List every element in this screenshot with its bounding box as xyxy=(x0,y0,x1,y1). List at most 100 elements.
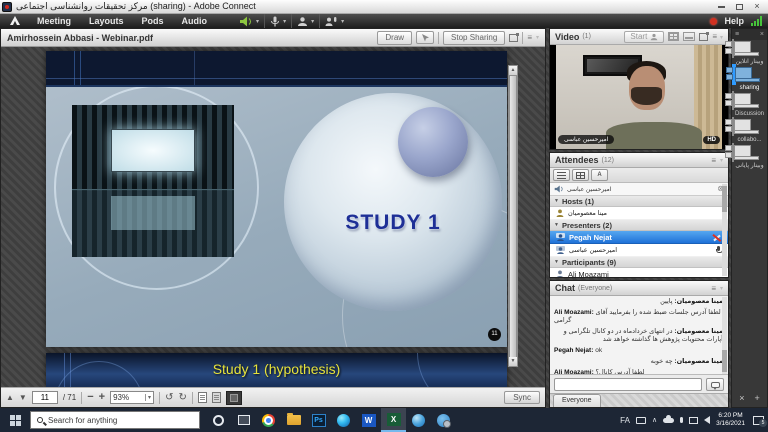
recording-indicator-icon[interactable] xyxy=(710,18,717,25)
taskbar-clock[interactable]: 6:20 PM 3/16/2021 xyxy=(716,412,745,428)
edge-button[interactable] xyxy=(331,408,356,432)
attendees-pod-header: Attendees (12) ≡▾ xyxy=(550,153,728,168)
word-button[interactable]: W xyxy=(356,408,381,432)
layout-item[interactable]: Discussion xyxy=(732,92,767,118)
zoom-in-button[interactable]: + xyxy=(99,392,105,403)
next-page-button[interactable]: ▼ xyxy=(19,393,27,402)
attendee-row-presenter[interactable]: امیرحسین عباسی xyxy=(550,244,728,257)
scroll-down-icon[interactable]: ▼ xyxy=(509,357,517,366)
tab-everyone[interactable]: Everyone xyxy=(553,394,601,407)
sync-button[interactable]: Sync xyxy=(504,391,540,404)
fit-width-button[interactable] xyxy=(198,392,207,403)
previous-page-button[interactable]: ▲ xyxy=(6,393,14,402)
hidden-icons-button[interactable]: ∧ xyxy=(652,416,657,424)
layouts-close-icon[interactable]: × xyxy=(760,31,764,38)
video-pod-menu[interactable]: ≡▾ xyxy=(712,32,723,41)
chat-input[interactable] xyxy=(554,378,702,391)
layout-item-selected[interactable]: sharing xyxy=(732,66,767,92)
stop-sharing-button[interactable]: Stop Sharing xyxy=(443,31,505,45)
attendee-row-presenter-selected[interactable]: Pegah Nejat xyxy=(550,231,728,244)
page-number-input[interactable] xyxy=(32,391,58,404)
microphone-tray-button[interactable] xyxy=(680,417,683,423)
add-layout-icon[interactable]: + xyxy=(755,393,760,403)
speaker-button[interactable]: ▾ xyxy=(234,14,264,28)
attendee-row-host[interactable]: مینا معصومیان xyxy=(550,207,728,220)
fit-page-button[interactable] xyxy=(212,392,221,403)
attendee-status-view-button[interactable]: A xyxy=(591,169,608,181)
layout-item[interactable]: collabo... xyxy=(732,118,767,144)
attendee-row-participant[interactable]: Ali Moazami xyxy=(550,268,728,278)
connection-signal-icon[interactable] xyxy=(751,16,762,26)
menu-meeting[interactable]: Meeting xyxy=(28,14,80,28)
maximize-button[interactable] xyxy=(730,1,748,12)
chat-scrollbar[interactable] xyxy=(722,297,727,374)
attendees-pod-menu[interactable]: ≡▾ xyxy=(711,156,723,165)
minimize-button[interactable] xyxy=(712,1,730,12)
settings-app-button[interactable] xyxy=(431,408,456,432)
rotate-right-button[interactable]: ↻ xyxy=(178,393,186,403)
fullscreen-icon[interactable] xyxy=(509,34,518,42)
grid-view-icon[interactable] xyxy=(668,32,679,41)
scrollbar-thumb[interactable] xyxy=(509,75,517,367)
help-menu[interactable]: Help xyxy=(724,16,744,26)
rotate-left-button[interactable]: ↺ xyxy=(165,393,173,403)
attendee-list-view-button[interactable] xyxy=(553,169,570,181)
taskbar-search[interactable]: Search for anything xyxy=(30,411,200,429)
keyboard-tray-button[interactable] xyxy=(636,417,646,424)
start-button[interactable] xyxy=(0,408,30,432)
chat-pod-menu[interactable]: ≡▾ xyxy=(711,284,723,293)
start-webcam-button[interactable]: Start xyxy=(624,31,664,43)
layout-thumbnail[interactable] xyxy=(732,143,734,162)
excel-button-active[interactable]: X xyxy=(381,408,406,432)
volume-tray-button[interactable] xyxy=(704,416,710,424)
delete-layout-icon[interactable]: × xyxy=(739,393,744,403)
thumbnails-toggle-button[interactable] xyxy=(226,391,242,405)
document-scrollbar[interactable]: ▲ ▼ xyxy=(508,65,518,367)
layout-item[interactable]: وبینار پایانی xyxy=(732,144,767,170)
send-message-button[interactable] xyxy=(706,378,724,391)
menu-layouts[interactable]: Layouts xyxy=(80,14,133,28)
close-button[interactable]: × xyxy=(748,1,766,12)
cortana-button[interactable] xyxy=(206,408,231,432)
attendees-scrollbar[interactable] xyxy=(722,184,727,276)
filmstrip-view-icon[interactable] xyxy=(683,32,695,41)
browser-globe-button[interactable] xyxy=(406,408,431,432)
raise-hand-dropdown-icon[interactable]: ▾ xyxy=(341,18,344,25)
webcam-button[interactable]: ▾ xyxy=(291,14,319,28)
photoshop-button[interactable]: Ps xyxy=(306,408,331,432)
breakout-view-button[interactable] xyxy=(572,169,589,181)
menu-pods[interactable]: Pods xyxy=(133,14,173,28)
action-center-button[interactable]: 5 xyxy=(753,416,764,425)
hosts-section-header[interactable]: ▼ Hosts (1) xyxy=(550,196,728,207)
participant-avatar-icon xyxy=(556,270,564,278)
network-tray-button[interactable] xyxy=(689,417,698,424)
share-pod-menu[interactable]: ≡▾ xyxy=(527,33,539,42)
file-explorer-button[interactable] xyxy=(281,408,306,432)
layout-thumbnail[interactable] xyxy=(732,39,734,58)
participants-section-header[interactable]: ▼ Participants (9) xyxy=(550,257,728,268)
presenters-section-header[interactable]: ▼ Presenters (2) xyxy=(550,220,728,231)
layouts-menu-icon[interactable]: ≡ xyxy=(735,31,739,38)
microphone-button[interactable]: ▾ xyxy=(264,14,291,28)
fullscreen-icon[interactable] xyxy=(699,33,708,41)
scroll-up-icon[interactable]: ▲ xyxy=(509,66,517,75)
zoom-out-button[interactable]: − xyxy=(87,392,93,403)
menu-audio[interactable]: Audio xyxy=(173,14,217,28)
onedrive-tray-button[interactable] xyxy=(663,418,674,423)
microphone-dropdown-icon[interactable]: ▾ xyxy=(283,18,286,25)
pointer-button[interactable] xyxy=(416,31,434,44)
raise-hand-button[interactable]: ▾ xyxy=(319,14,349,28)
draw-button[interactable]: Draw xyxy=(377,31,412,45)
scrollbar-thumb[interactable] xyxy=(722,186,727,212)
webcam-dropdown-icon[interactable]: ▾ xyxy=(311,18,314,25)
layout-thumbnail[interactable] xyxy=(732,91,734,110)
layout-thumbnail-selected[interactable] xyxy=(732,64,736,85)
layout-thumbnail[interactable] xyxy=(732,117,734,136)
layout-item[interactable]: وبینار آنلاین xyxy=(732,40,767,66)
chrome-button[interactable] xyxy=(256,408,281,432)
speaker-dropdown-icon[interactable]: ▾ xyxy=(256,18,259,25)
zoom-level-select[interactable]: 93% ▾ xyxy=(110,391,154,404)
task-view-button[interactable] xyxy=(231,408,256,432)
scrollbar-thumb[interactable] xyxy=(722,350,727,372)
language-indicator[interactable]: FA xyxy=(620,416,630,425)
